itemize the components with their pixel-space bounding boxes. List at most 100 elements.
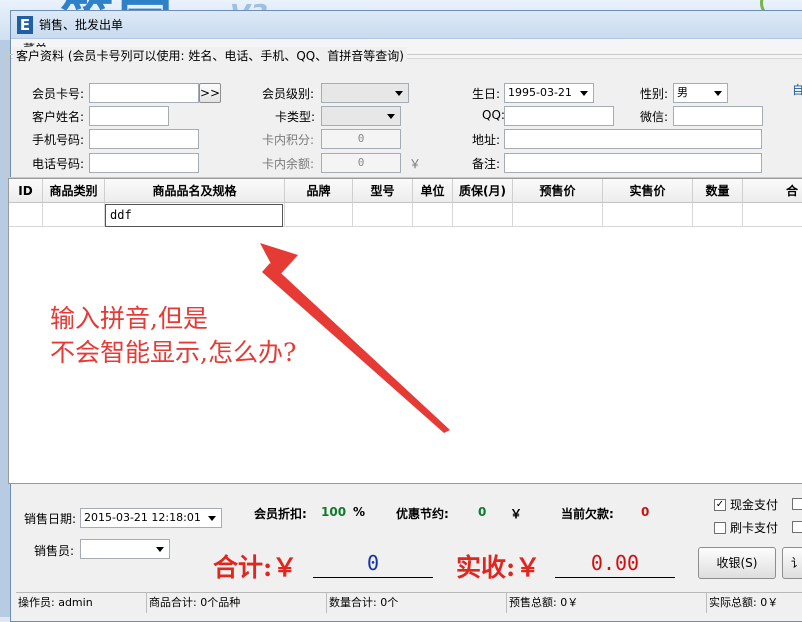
col-header-brand[interactable]: 品牌 — [285, 179, 353, 203]
col-header-unit[interactable]: 单位 — [413, 179, 453, 203]
app-logo-icon: E — [17, 15, 33, 34]
card-lookup-button[interactable]: >> — [199, 83, 221, 103]
checkbox-cut-icon[interactable] — [792, 521, 802, 533]
customer-name-label: 客户姓名: — [32, 110, 85, 124]
sale-date-label: 销售日期: — [24, 512, 77, 526]
address-label: 地址: — [472, 133, 501, 147]
discount-unit: % — [353, 505, 366, 519]
note-input[interactable] — [504, 153, 762, 173]
cut-off-link[interactable]: 自 — [792, 81, 802, 98]
cash-pay-checkbox[interactable]: ✓ 现金支付 — [714, 496, 778, 513]
title-bar[interactable]: E 销售、批发出单 — [11, 11, 802, 39]
points-label: 卡内积分: — [262, 133, 315, 147]
table-cell[interactable] — [603, 203, 693, 227]
table-cell[interactable] — [413, 203, 453, 227]
qq-label: QQ: — [482, 108, 505, 122]
seller-label: 销售员: — [34, 544, 75, 558]
grid-header: ID 商品类别 商品品名及规格 品牌 型号 单位 质保(月) 预售价 实售价 数… — [9, 179, 802, 203]
table-cell[interactable] — [43, 203, 105, 227]
col-header-warranty[interactable]: 质保(月) — [453, 179, 513, 203]
savings-unit: ￥ — [510, 507, 523, 521]
chevron-down-icon — [395, 91, 403, 96]
status-actual-total: 实际总额: 0￥ — [706, 593, 778, 613]
checkout-button[interactable]: 收银(S) — [698, 547, 776, 579]
table-cell[interactable] — [513, 203, 603, 227]
phone-input[interactable] — [89, 153, 199, 173]
col-header-presale-price[interactable]: 预售价 — [513, 179, 603, 203]
col-header-quantity[interactable]: 数量 — [693, 179, 743, 203]
status-presale-total: 预售总额: 0￥ — [506, 593, 578, 613]
paid-label: 实收:￥ — [456, 553, 541, 582]
table-cell[interactable] — [285, 203, 353, 227]
col-header-category[interactable]: 商品类别 — [43, 179, 105, 203]
next-button-cut[interactable]: 讠 — [782, 547, 802, 579]
gender-select[interactable]: 男 — [673, 83, 728, 103]
checkbox-checked-icon: ✓ — [714, 498, 726, 511]
paid-value: 0.00 — [555, 548, 675, 578]
qq-input[interactable] — [504, 106, 614, 126]
card-number-input[interactable] — [89, 83, 199, 103]
annotation-line-2: 不会智能显示,怎么办? — [50, 338, 297, 367]
card-type-select[interactable] — [321, 106, 401, 126]
debt-label: 当前欠款: — [561, 507, 614, 521]
chevron-down-icon — [580, 91, 588, 96]
col-header-product[interactable]: 商品品名及规格 — [105, 179, 285, 203]
member-level-select[interactable] — [321, 83, 409, 103]
balance-currency: ￥ — [409, 157, 422, 171]
window-title: 销售、批发出单 — [39, 18, 124, 32]
col-header-model[interactable]: 型号 — [353, 179, 413, 203]
savings-label: 优惠节约: — [396, 507, 449, 521]
chevron-down-icon — [208, 516, 216, 521]
balance-label: 卡内余额: — [262, 157, 315, 171]
chevron-down-icon — [156, 547, 164, 552]
total-value: 0 — [313, 548, 433, 578]
discount-value: 100 — [321, 505, 347, 519]
mobile-label: 手机号码: — [32, 133, 85, 147]
note-label: 备注: — [472, 157, 501, 171]
checkbox-cut-icon[interactable] — [792, 498, 802, 510]
status-operator: 操作员: admin — [18, 596, 93, 609]
checkout-panel: 销售日期: 2015-03-21 12:18:01 销售员: 会员折扣: 100… — [16, 488, 802, 590]
address-input[interactable] — [504, 129, 762, 149]
customer-name-input[interactable] — [89, 106, 169, 126]
annotation-text: 输入拼音,但是 不会智能显示,怎么办? — [50, 302, 296, 370]
card-type-label: 卡类型: — [275, 110, 316, 124]
col-header-actual-price[interactable]: 实售价 — [603, 179, 693, 203]
birthday-value: 1995-03-21 — [508, 86, 572, 99]
member-level-label: 会员级别: — [262, 87, 315, 101]
savings-value: 0 — [478, 505, 487, 519]
status-qty-total: 数量合计: 0个 — [326, 593, 398, 613]
cash-pay-label: 现金支付 — [730, 498, 779, 512]
points-input: 0 — [321, 129, 401, 149]
sale-date-value: 2015-03-21 12:18:01 — [84, 511, 201, 524]
table-cell[interactable] — [693, 203, 743, 227]
seller-select[interactable] — [80, 539, 170, 559]
balance-input: 0 — [321, 153, 401, 173]
phone-label: 电话号码: — [32, 157, 85, 171]
card-pay-checkbox[interactable]: 刷卡支付 — [714, 519, 778, 536]
wechat-label: 微信: — [640, 110, 669, 124]
col-header-total-cut[interactable]: 合 — [743, 179, 802, 203]
card-pay-label: 刷卡支付 — [730, 521, 779, 535]
total-label: 合计:￥ — [213, 553, 298, 582]
status-bar: 操作员: admin 商品合计: 0个品种 数量合计: 0个 预售总额: 0￥ … — [16, 592, 802, 613]
col-header-id[interactable]: ID — [9, 179, 43, 203]
checkbox-empty-icon — [714, 521, 726, 534]
birthday-label: 生日: — [472, 87, 501, 101]
sale-date-picker[interactable]: 2015-03-21 12:18:01 — [80, 508, 222, 528]
mobile-input[interactable] — [89, 129, 199, 149]
discount-label: 会员折扣: — [254, 507, 307, 521]
status-goods-total: 商品合计: 0个品种 — [146, 593, 240, 613]
birthday-datepicker[interactable]: 1995-03-21 — [504, 83, 594, 103]
wechat-input[interactable] — [673, 106, 763, 126]
gender-value: 男 — [677, 86, 688, 99]
customer-group-title: 客户资料 (会员卡号列可以使用: 姓名、电话、手机、QQ、首拼音等查询) — [13, 47, 407, 64]
gender-label: 性别: — [640, 87, 669, 101]
product-edit-input[interactable]: ddf — [105, 204, 283, 227]
table-cell[interactable] — [9, 203, 43, 227]
annotation-line-1: 输入拼音,但是 — [50, 304, 208, 333]
table-cell[interactable] — [453, 203, 513, 227]
debt-value: 0 — [641, 505, 650, 519]
chevron-down-icon — [714, 91, 722, 96]
table-cell[interactable] — [353, 203, 413, 227]
